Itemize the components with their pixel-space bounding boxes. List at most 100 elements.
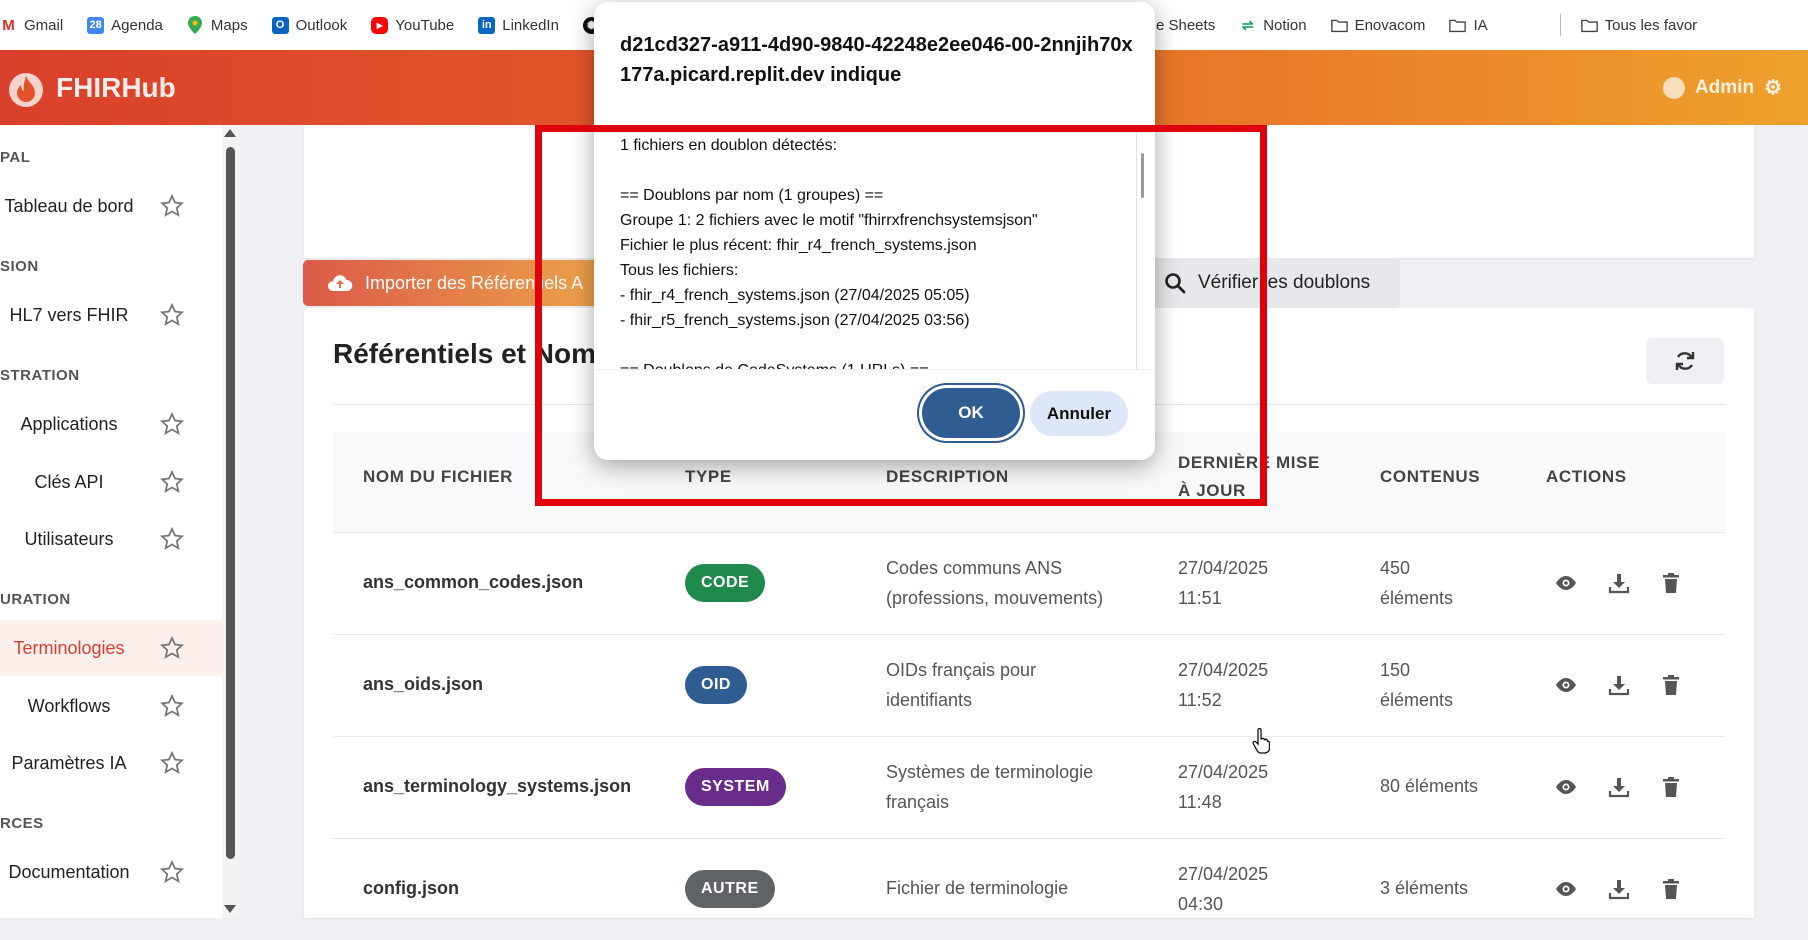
sidebar-section-label: SION xyxy=(0,258,39,275)
sidebar-item-label: Workflows xyxy=(27,695,111,716)
scroll-up-icon[interactable] xyxy=(224,129,236,137)
bookmark-gmail[interactable]: M Gmail xyxy=(0,0,75,50)
contents-count: 450 éléments xyxy=(1380,558,1454,608)
sidebar-item-workflows[interactable]: Workflows xyxy=(0,678,222,734)
column-header-name: NOM DU FICHIER xyxy=(363,467,514,486)
last-updated: 27/04/2025 11:48 xyxy=(1178,762,1269,812)
scroll-down-icon[interactable] xyxy=(224,905,236,913)
bookmark-linkedin[interactable]: in LinkedIn xyxy=(466,0,571,50)
trash-icon[interactable] xyxy=(1660,572,1682,594)
folder-icon xyxy=(1580,19,1598,32)
sidebar-item-dashboard[interactable]: Tableau de bord xyxy=(0,178,222,234)
sidebar-item-label: Paramètres IA xyxy=(11,752,127,773)
linkedin-icon: in xyxy=(478,16,496,34)
bookmark-maps[interactable]: Maps xyxy=(175,0,260,50)
file-description: Codes communs ANS (professions, mouvement… xyxy=(886,558,1104,608)
eye-icon[interactable] xyxy=(1555,674,1577,696)
sidebar-item-label: Utilisateurs xyxy=(24,528,114,549)
file-name: config.json xyxy=(363,878,459,898)
last-updated: 27/04/2025 11:52 xyxy=(1178,660,1269,710)
maps-pin-icon xyxy=(187,16,204,34)
star-icon[interactable] xyxy=(160,694,184,718)
sidebar-item-documentation[interactable]: Documentation xyxy=(0,844,222,900)
download-icon[interactable] xyxy=(1608,776,1630,798)
sidebar-item-api-keys[interactable]: Clés API xyxy=(0,454,222,510)
sidebar-scrollbar-thumb[interactable] xyxy=(226,147,235,859)
file-name: ans_terminology_systems.json xyxy=(363,776,632,796)
star-icon[interactable] xyxy=(160,527,184,551)
bookmark-notion[interactable]: ⇌ Notion xyxy=(1227,0,1318,50)
table-row[interactable]: ans_common_codes.json CODE Codes communs A… xyxy=(333,532,1725,634)
eye-icon[interactable] xyxy=(1555,878,1577,900)
notion-icon: ⇌ xyxy=(1239,16,1257,34)
bookmark-outlook[interactable]: O Outlook xyxy=(260,0,360,50)
download-icon[interactable] xyxy=(1608,878,1630,900)
sidebar-item-label: Tableau de bord xyxy=(4,195,134,216)
folder-icon xyxy=(1330,19,1348,32)
star-icon[interactable] xyxy=(160,303,184,327)
sidebar-section-label: RCES xyxy=(0,815,44,832)
eye-icon[interactable] xyxy=(1555,776,1577,798)
sidebar-item-label: Terminologies xyxy=(13,637,125,658)
column-header-contents: CONTENUS xyxy=(1380,467,1481,486)
bookmark-ia[interactable]: IA xyxy=(1437,0,1499,50)
trash-icon[interactable] xyxy=(1660,674,1682,696)
contents-count: 150 éléments xyxy=(1380,660,1454,710)
table-row[interactable]: config.json AUTRE Fichier de terminologie 2… xyxy=(333,838,1725,940)
sidebar-section-label: PAL xyxy=(0,149,31,166)
gear-icon[interactable]: ⚙ xyxy=(1764,75,1782,100)
download-icon[interactable] xyxy=(1608,572,1630,594)
user-avatar-icon xyxy=(1662,76,1685,99)
sidebar-item-applications[interactable]: Applications xyxy=(0,396,222,452)
refresh-icon xyxy=(1675,352,1695,370)
sidebar-item-label: Clés API xyxy=(34,471,104,492)
bookmark-youtube[interactable]: ▶ YouTube xyxy=(359,0,466,50)
brand-logo[interactable]: FHIRHub xyxy=(8,68,176,108)
star-icon[interactable] xyxy=(160,470,184,494)
cloud-upload-icon xyxy=(328,275,353,291)
trash-icon[interactable] xyxy=(1660,776,1682,798)
sidebar-item-users[interactable]: Utilisateurs xyxy=(0,511,222,567)
trash-icon[interactable] xyxy=(1660,878,1682,900)
sidebar-item-label: Applications xyxy=(20,413,118,434)
sidebar: PAL Tableau de bord SION HL7 vers FHIR S… xyxy=(0,125,240,918)
user-menu[interactable]: Admin ⚙ xyxy=(1662,50,1782,125)
table-row[interactable]: ans_oids.json OID OIDs français pour identi… xyxy=(333,634,1725,736)
star-icon[interactable] xyxy=(160,194,184,218)
brand-name: FHIRHub xyxy=(56,71,176,103)
sidebar-item-hl7-fhir[interactable]: HL7 vers FHIR xyxy=(0,287,222,343)
sidebar-section-label: STRATION xyxy=(0,367,80,384)
bookmark-all-favorites[interactable]: Tous les favor xyxy=(1569,0,1710,50)
star-icon[interactable] xyxy=(160,751,184,775)
hand-cursor-icon xyxy=(1252,728,1270,754)
file-description: OIDs français pour identifiants xyxy=(886,660,1037,710)
type-badge: AUTRE xyxy=(685,870,775,908)
refresh-button[interactable] xyxy=(1646,338,1724,384)
outlook-icon: O xyxy=(271,16,289,34)
star-icon[interactable] xyxy=(160,860,184,884)
contents-count: 80 éléments xyxy=(1380,776,1479,796)
star-icon[interactable] xyxy=(160,412,184,436)
eye-icon[interactable] xyxy=(1555,572,1577,594)
contents-count: 3 éléments xyxy=(1380,878,1469,898)
star-icon[interactable] xyxy=(160,636,184,660)
folder-icon xyxy=(1449,19,1467,32)
file-description: Fichier de terminologie xyxy=(886,878,1069,898)
youtube-icon: ▶ xyxy=(371,16,389,34)
column-header-actions: ACTIONS xyxy=(1546,467,1627,486)
sidebar-item-label: Documentation xyxy=(8,861,130,882)
file-name: ans_common_codes.json xyxy=(363,572,584,592)
download-icon[interactable] xyxy=(1608,674,1630,696)
sidebar-item-terminologies[interactable]: Terminologies xyxy=(0,620,222,676)
file-description: Systèmes de terminologie français xyxy=(886,762,1094,812)
bookmark-enovacom[interactable]: Enovacom xyxy=(1319,0,1438,50)
type-badge: SYSTEM xyxy=(685,768,786,806)
sidebar-item-ai-settings[interactable]: Paramètres IA xyxy=(0,735,222,791)
calendar-icon: 28 xyxy=(87,16,105,34)
last-updated: 27/04/2025 04:30 xyxy=(1178,864,1269,914)
sidebar-section-label: URATION xyxy=(0,591,71,608)
bookmark-agenda[interactable]: 28 Agenda xyxy=(75,0,175,50)
user-name: Admin xyxy=(1694,76,1755,98)
table-row[interactable]: ans_terminology_systems.json SYSTEM Systèm… xyxy=(333,736,1725,838)
dialog-title: d21cd327-a911-4d90-9840-42248e2ee046-00-… xyxy=(620,34,1133,86)
